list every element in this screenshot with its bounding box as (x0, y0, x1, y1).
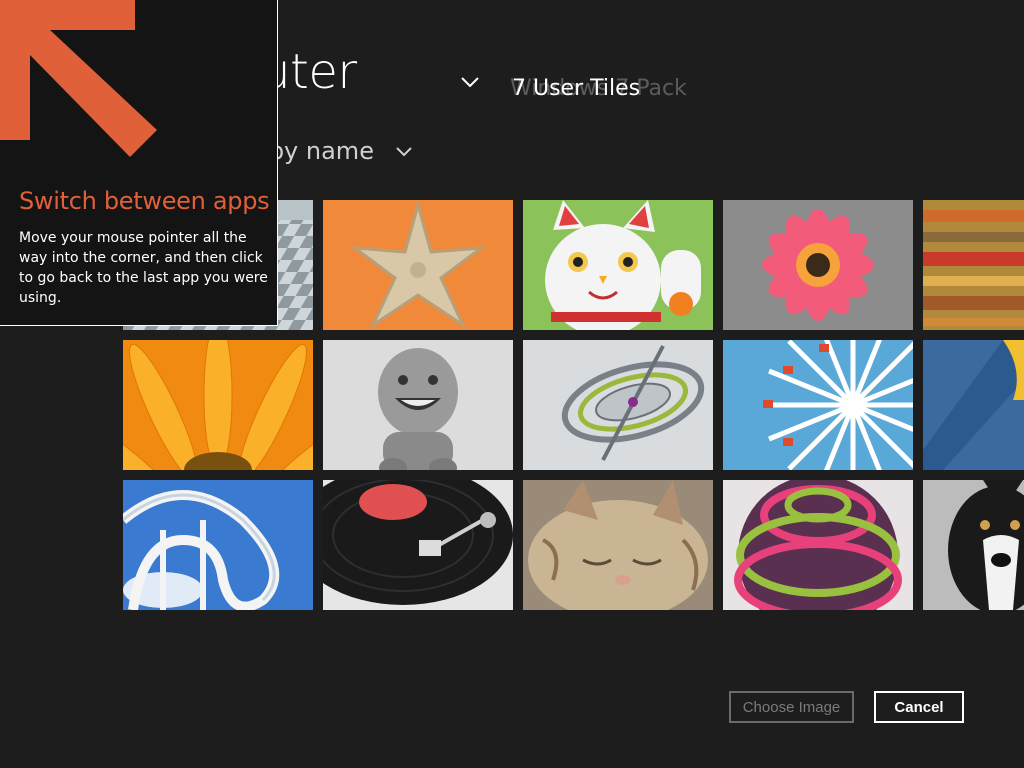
choose-image-button[interactable]: Choose Image (729, 691, 854, 723)
tile-starfish[interactable] (323, 200, 513, 330)
tile-pink-flower[interactable] (723, 200, 913, 330)
tip-title: Switch between apps (19, 187, 270, 215)
tile-striped-ball[interactable] (723, 480, 913, 610)
arrow-up-left-icon (0, 0, 157, 157)
sort-chevron-down-icon[interactable] (394, 145, 414, 159)
tip-body: Move your mouse pointer all the way into… (19, 230, 268, 306)
tile-roller-coaster[interactable] (123, 480, 313, 610)
tile-ferris-wheel[interactable] (723, 340, 913, 470)
tile-record-player[interactable] (323, 480, 513, 610)
tile-toy-figure[interactable] (323, 340, 513, 470)
tile-lucky-cat[interactable] (523, 200, 713, 330)
location-chevron-down-icon[interactable] (458, 74, 482, 90)
tile-border-collie[interactable] (923, 480, 1024, 610)
picker-screen: Computer Windows 7 Pack 7 User Tiles Sor… (0, 0, 1024, 768)
tile-blue-yellow-shape[interactable] (923, 340, 1024, 470)
tip-panel: Switch between apps Move your mouse poin… (0, 0, 278, 326)
cancel-button[interactable]: Cancel (874, 691, 964, 723)
tile-gyroscope[interactable] (523, 340, 713, 470)
tile-orange-daisy[interactable] (123, 340, 313, 470)
tile-sleeping-kitten[interactable] (523, 480, 713, 610)
folder-name: 7 User Tiles (512, 76, 641, 101)
tile-striped-fabric[interactable] (923, 200, 1024, 330)
